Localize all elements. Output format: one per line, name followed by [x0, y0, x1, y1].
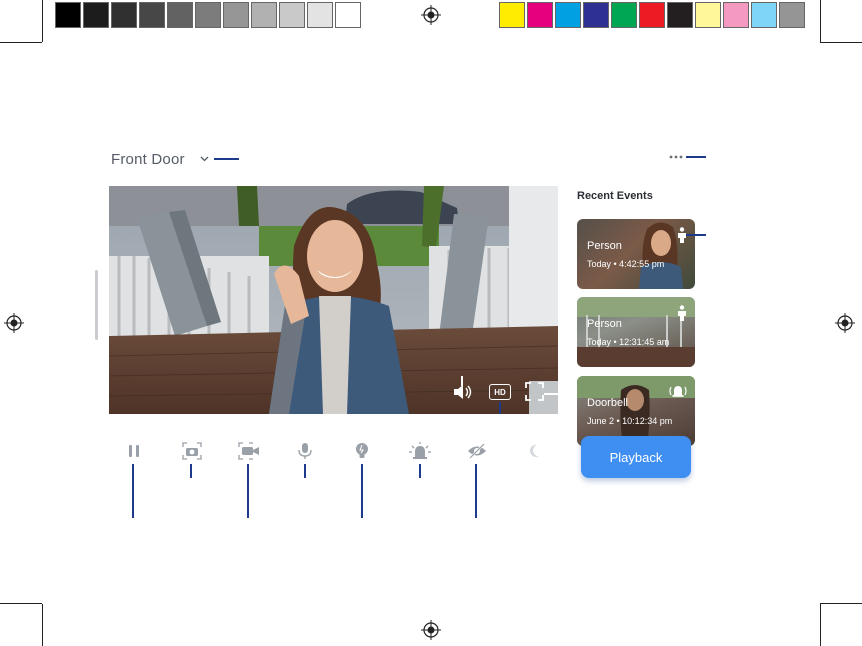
color-swatch [55, 2, 81, 28]
record-icon [238, 442, 259, 460]
color-swatch [223, 2, 249, 28]
color-swatch [167, 2, 193, 28]
microphone-icon [298, 443, 312, 459]
color-swatch [639, 2, 665, 28]
callout-line [686, 234, 706, 236]
night-mode-button[interactable] [522, 440, 546, 462]
playback-button[interactable]: Playback [581, 436, 691, 478]
callout-line [304, 464, 306, 478]
color-swatch [335, 2, 361, 28]
event-time: Today • 12:31:45 am [587, 337, 670, 347]
event-type: Doorbell [587, 397, 628, 409]
more-dots-icon[interactable] [669, 155, 687, 159]
color-swatch [139, 2, 165, 28]
callout-line [461, 376, 463, 386]
color-swatch [307, 2, 333, 28]
privacy-button[interactable] [465, 440, 489, 462]
color-swatch [499, 2, 525, 28]
callout-line [686, 156, 706, 158]
privacy-icon [468, 443, 486, 459]
hd-icon[interactable]: HD [489, 384, 511, 400]
microphone-button[interactable] [293, 440, 317, 462]
color-swatch [83, 2, 109, 28]
callout-line [247, 464, 249, 518]
registration-mark-icon [835, 313, 855, 333]
event-time: Today • 4:42:55 pm [587, 259, 665, 269]
light-icon [356, 443, 368, 458]
light-button[interactable] [350, 440, 374, 462]
snapshot-icon [182, 442, 202, 460]
event-type: Person [587, 240, 622, 252]
event-time: June 2 • 10:12:34 pm [587, 416, 673, 426]
event-card[interactable]: Person Today • 4:42:55 pm [577, 219, 695, 289]
live-view[interactable]: HD [109, 186, 558, 414]
callout-line [214, 158, 239, 160]
doorbell-ring-icon [669, 386, 687, 397]
callout-line [132, 464, 134, 518]
scrollbar[interactable] [95, 270, 98, 340]
callout-line [544, 393, 558, 395]
color-swatch [251, 2, 277, 28]
color-swatch [779, 2, 805, 28]
event-card[interactable]: Person Today • 12:31:45 am [577, 297, 695, 367]
color-swatch [111, 2, 137, 28]
device-name[interactable]: Front Door [111, 151, 185, 168]
callout-line [419, 464, 421, 478]
registration-mark-icon [4, 313, 24, 333]
color-swatch [583, 2, 609, 28]
volume-icon[interactable] [453, 384, 473, 400]
recent-events-title: Recent Events [577, 190, 653, 202]
person-icon [678, 305, 686, 321]
fullscreen-icon[interactable] [525, 382, 544, 401]
color-swatch [527, 2, 553, 28]
siren-button[interactable] [408, 440, 432, 462]
callout-line [190, 464, 192, 478]
color-swatch [195, 2, 221, 28]
color-swatch [695, 2, 721, 28]
color-swatch [751, 2, 777, 28]
color-swatch [723, 2, 749, 28]
chevron-down-icon[interactable] [200, 156, 209, 162]
color-swatch [611, 2, 637, 28]
callout-line [361, 464, 363, 518]
pause-icon [129, 445, 139, 457]
callout-line [499, 402, 501, 414]
night-mode-icon [529, 444, 539, 458]
color-swatch [555, 2, 581, 28]
color-swatch [279, 2, 305, 28]
event-type: Person [587, 318, 622, 330]
live-camera-feed [109, 186, 558, 414]
registration-mark-icon [421, 5, 441, 25]
pause-button[interactable] [122, 440, 146, 462]
record-button[interactable] [237, 440, 261, 462]
callout-line [475, 464, 477, 518]
snapshot-button[interactable] [180, 440, 204, 462]
siren-icon [409, 442, 431, 459]
registration-mark-icon [421, 620, 441, 640]
color-swatch [667, 2, 693, 28]
